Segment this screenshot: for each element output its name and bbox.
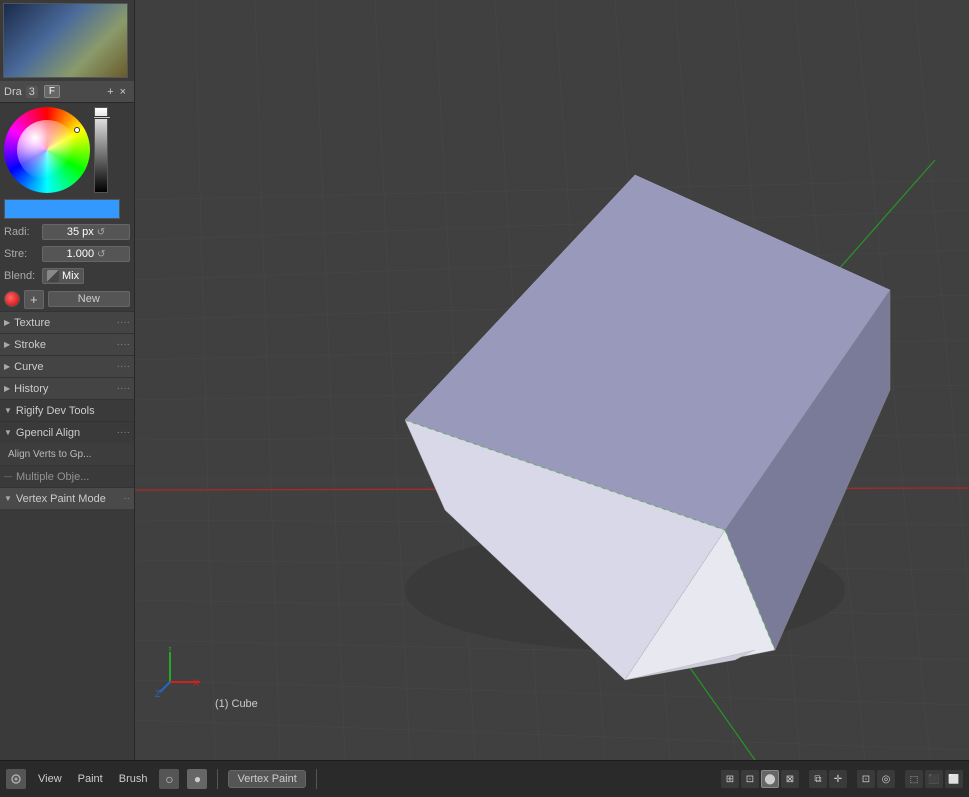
- stroke-section-header[interactable]: ▶ Stroke ····: [0, 333, 134, 355]
- separator-1: [217, 769, 218, 789]
- extra-icon-1[interactable]: ⬚: [905, 770, 923, 788]
- svg-text:Y: Y: [167, 647, 173, 653]
- color-wheel-handle[interactable]: [74, 127, 80, 133]
- brush-close-button[interactable]: ×: [120, 86, 126, 98]
- stroke-dots: ····: [117, 339, 130, 350]
- brush-prefix: Dra: [4, 86, 22, 98]
- radius-row: Radi: 35 px ↺: [0, 221, 134, 243]
- color-wheel[interactable]: [4, 107, 90, 193]
- color-section: [0, 103, 134, 197]
- axis-gizmo: X Y Z: [155, 647, 205, 700]
- texture-dots: ····: [117, 317, 130, 328]
- gizmo-icon[interactable]: ✛: [829, 770, 847, 788]
- brightness-handle[interactable]: [93, 116, 111, 119]
- brush-dot-icon[interactable]: ●: [187, 769, 207, 789]
- blend-value[interactable]: Mix: [42, 268, 84, 284]
- radius-label: Radi:: [4, 226, 42, 238]
- viewport[interactable]: X Y Z (1) Cube: [135, 0, 969, 760]
- multiple-objects-arrow-icon: —: [4, 472, 12, 481]
- wireframe-icon[interactable]: ⊠: [781, 770, 799, 788]
- brush-header: Dra 3 F + ×: [0, 81, 134, 103]
- left-panel: Dra 3 F + × Radi: 35 px ↺ Stre: 1.000 ↺: [0, 0, 135, 760]
- solid-icon[interactable]: ⬤: [761, 770, 779, 788]
- multiple-objects-label: Multiple Obje...: [16, 471, 89, 483]
- texture-section-header[interactable]: ▶ Texture ····: [0, 311, 134, 333]
- brush-menu[interactable]: Brush: [115, 771, 152, 787]
- strength-value[interactable]: 1.000 ↺: [42, 246, 130, 262]
- extra-icon-3[interactable]: ⬜: [945, 770, 963, 788]
- multiple-objects-header[interactable]: — Multiple Obje...: [0, 465, 134, 487]
- vertex-paint-dots: ··: [123, 493, 130, 504]
- stroke-label: Stroke: [14, 339, 46, 351]
- engine-icon[interactable]: [6, 769, 26, 789]
- rigify-label: Rigify Dev Tools: [16, 405, 95, 417]
- vertex-paint-label: Vertex Paint Mode: [16, 493, 106, 505]
- brush-circle-icon[interactable]: ○: [159, 769, 179, 789]
- blend-label: Blend:: [4, 270, 42, 282]
- history-dots: ····: [117, 383, 130, 394]
- brush-thumbnail: [3, 3, 128, 78]
- render-icon[interactable]: ⊞: [721, 770, 739, 788]
- color-swatch[interactable]: [4, 199, 120, 219]
- gpencil-arrow-icon: ▼: [4, 428, 12, 437]
- proportional-icon[interactable]: ◎: [877, 770, 895, 788]
- gpencil-section-header[interactable]: ▼ Gpencil Align ····: [0, 421, 134, 443]
- material-icon[interactable]: ⊡: [741, 770, 759, 788]
- curve-section-header[interactable]: ▶ Curve ····: [0, 355, 134, 377]
- blend-icon: [47, 270, 59, 282]
- new-row: + New: [0, 287, 134, 311]
- viewport-grid: [135, 0, 969, 760]
- snap-icon[interactable]: ⊡: [857, 770, 875, 788]
- vertex-paint-mode[interactable]: ▼ Vertex Paint Mode ··: [0, 487, 134, 509]
- history-section-header[interactable]: ▶ History ····: [0, 377, 134, 399]
- strength-row: Stre: 1.000 ↺: [0, 243, 134, 265]
- brush-plus-button[interactable]: +: [107, 86, 113, 98]
- overlay-icon[interactable]: ⧉: [809, 770, 827, 788]
- vertex-paint-arrow-icon: ▼: [4, 494, 12, 503]
- new-button[interactable]: New: [48, 291, 130, 307]
- view-menu[interactable]: View: [34, 771, 66, 787]
- history-arrow-icon: ▶: [4, 384, 10, 393]
- paint-menu[interactable]: Paint: [74, 771, 107, 787]
- gpencil-label: Gpencil Align: [16, 427, 80, 439]
- vertex-paint-mode-button[interactable]: Vertex Paint: [228, 770, 305, 788]
- blend-row: Blend: Mix: [0, 265, 134, 287]
- brush-number: 3: [26, 86, 38, 98]
- color-wheel-container[interactable]: [4, 107, 90, 193]
- curve-dots: ····: [117, 361, 130, 372]
- separator-2: [316, 769, 317, 789]
- gpencil-align-verts[interactable]: Align Verts to Gp...: [0, 443, 134, 465]
- bottom-icons-group: ⊞ ⊡ ⬤ ⊠ ⧉ ✛ ⊡ ◎ ⬚ ⬛ ⬜: [721, 770, 963, 788]
- radius-value[interactable]: 35 px ↺: [42, 224, 130, 240]
- stroke-arrow-icon: ▶: [4, 340, 10, 349]
- color-dot[interactable]: [4, 291, 20, 307]
- strength-label: Stre:: [4, 248, 42, 260]
- texture-arrow-icon: ▶: [4, 318, 10, 327]
- texture-label: Texture: [14, 317, 50, 329]
- history-label: History: [14, 383, 48, 395]
- brightness-bar[interactable]: [94, 107, 108, 193]
- gpencil-dots: ····: [117, 427, 130, 438]
- object-name: (1) Cube: [215, 698, 258, 710]
- brush-f-button[interactable]: F: [44, 85, 60, 98]
- extra-icon-2[interactable]: ⬛: [925, 770, 943, 788]
- curve-arrow-icon: ▶: [4, 362, 10, 371]
- radius-arrow[interactable]: ↺: [97, 227, 105, 238]
- svg-text:Z: Z: [155, 689, 161, 697]
- svg-text:X: X: [193, 678, 199, 688]
- rigify-arrow-icon: ▼: [4, 406, 12, 415]
- bottom-bar: View Paint Brush ○ ● Vertex Paint ⊞ ⊡ ⬤ …: [0, 760, 969, 797]
- add-button[interactable]: +: [24, 290, 44, 309]
- curve-label: Curve: [14, 361, 43, 373]
- strength-arrow[interactable]: ↺: [97, 249, 105, 260]
- rigify-section-header[interactable]: ▼ Rigify Dev Tools: [0, 399, 134, 421]
